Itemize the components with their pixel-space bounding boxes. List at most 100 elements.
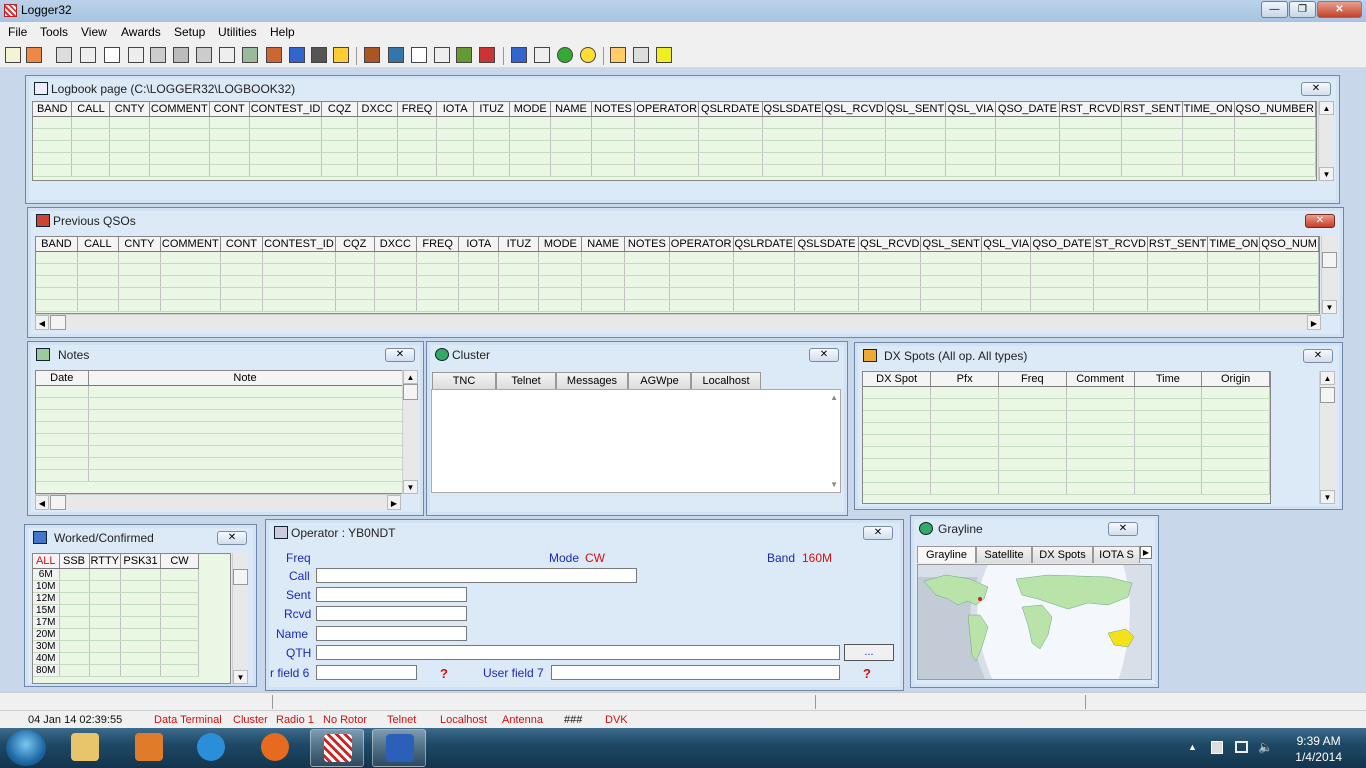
column-header[interactable]: COMMENT [149,102,210,117]
table-row[interactable] [36,263,1319,276]
volume-icon[interactable]: 🔈 [1258,740,1273,754]
column-header[interactable]: Date [36,371,89,386]
menu-setup[interactable]: Setup [174,25,205,39]
status-rotor[interactable]: No Rotor [323,714,367,726]
column-header[interactable]: DXCC [374,237,418,252]
worked-grid[interactable]: ALL SSB RTTY PSK31 CW 6M 10M 12M 15M 17M 20M 30M 40M… [32,553,231,684]
column-header[interactable]: OPERATOR [634,102,700,117]
user-field-7[interactable] [551,665,840,680]
dx-spots-grid[interactable]: DX Spot Pfx Freq Comment Time Origin [862,371,1271,504]
notes-vscroll[interactable]: ▲ ▼ [402,370,418,494]
scroll-thumb[interactable] [50,315,66,330]
menu-file[interactable]: File [8,25,27,39]
notes-close-button[interactable]: ✕ [385,348,415,362]
logbook-icon[interactable] [5,47,21,63]
column-header[interactable]: NAME [581,237,625,252]
column-header[interactable]: FREQ [397,102,438,117]
column-header[interactable]: QSO_DATE [1030,237,1094,252]
sent-field[interactable] [316,587,467,602]
table-row[interactable] [863,458,1270,471]
award-icon[interactable] [456,47,472,63]
column-header[interactable]: ST_RCVD [1093,237,1148,252]
table-row[interactable]: 12M [33,592,200,605]
spots-icon[interactable] [610,47,626,63]
grid-icon[interactable] [219,47,235,63]
table-row[interactable] [36,445,403,458]
column-header[interactable]: QSL_RCVD [858,237,922,252]
column-header[interactable]: QSLSDATE [762,102,824,117]
table-row[interactable]: 30M [33,640,200,653]
status-cluster[interactable]: Cluster [233,714,268,726]
split-icon[interactable] [633,47,649,63]
scroll-left-icon[interactable]: ◀ [35,495,49,510]
table-row[interactable] [36,275,1319,288]
grayline-close-button[interactable]: ✕ [1108,522,1138,536]
table-row[interactable] [36,397,403,410]
scroll-down-icon[interactable]: ▼ [830,480,838,489]
scroll-up-icon[interactable]: ▲ [1319,101,1334,115]
column-header[interactable]: QSO_NUMBER [1234,102,1316,117]
table-row[interactable] [36,409,403,422]
table-row[interactable]: 10M [33,580,200,593]
scroll-thumb[interactable] [50,495,66,510]
table-row[interactable] [36,457,403,470]
tab-grayline[interactable]: Grayline [917,546,976,563]
scroll-down-icon[interactable]: ▼ [403,480,418,494]
column-header[interactable]: QSO_DATE [995,102,1060,117]
previous-qsos-grid[interactable]: BAND CALL CNTY COMMENT CONT CONTEST_ID CQZ DXCC… [35,236,1320,314]
qth-field[interactable] [316,645,840,660]
table-row[interactable] [863,398,1270,411]
column-header[interactable]: QSLSDATE [794,237,860,252]
notes-icon[interactable] [434,47,450,63]
maximize-button[interactable]: ❐ [1289,1,1316,18]
table-row[interactable] [33,128,1316,141]
list-icon[interactable] [128,47,144,63]
close-button[interactable]: ✕ [1317,1,1362,18]
database-icon[interactable] [511,47,527,63]
scroll-up-icon[interactable]: ▲ [830,393,838,402]
tab-localhost[interactable]: Localhost [691,372,761,389]
document-icon[interactable] [104,47,120,63]
column-header[interactable]: CNTY [118,237,161,252]
user-field-6-help-icon[interactable]: ? [440,666,448,681]
column-header[interactable]: NAME [550,102,592,117]
column-header[interactable]: IOTA [458,237,500,252]
table-row[interactable]: 17M [33,616,200,629]
text-icon[interactable] [333,47,349,63]
column-header[interactable]: CW [160,554,200,569]
table-row[interactable]: 15M [33,604,200,617]
table-row[interactable] [863,482,1270,495]
table-row[interactable] [36,299,1319,312]
start-button-icon[interactable] [6,730,46,766]
menu-awards[interactable]: Awards [121,25,161,39]
previous-qsos-close-button[interactable]: ✕ [1305,214,1335,228]
worked-close-button[interactable]: ✕ [217,531,247,545]
taskbar-media-player[interactable] [122,729,176,767]
cluster-output[interactable]: ▲ ▼ [431,389,841,493]
call-field[interactable] [316,568,637,583]
worked-vscroll[interactable]: ▼ [232,553,248,684]
table-row[interactable] [36,433,403,446]
table-row[interactable] [863,470,1270,483]
dx-spots-close-button[interactable]: ✕ [1303,349,1333,363]
column-header[interactable]: RST_SENT [1147,237,1209,252]
column-header[interactable]: PSK31 [120,554,162,569]
logbook-grid[interactable]: BAND CALL CNTY COMMENT CONT CONTEST_ID CQZ DXCC… [32,101,1317,181]
column-header[interactable]: CNTY [109,102,150,117]
status-dvk[interactable]: DVK [605,714,628,726]
scroll-up-icon[interactable]: ▲ [1320,371,1335,385]
window-icon[interactable] [364,47,380,63]
table-row[interactable] [36,421,403,434]
column-header[interactable]: BAND [33,102,73,117]
column-header[interactable]: NOTES [624,237,670,252]
status-data-terminal[interactable]: Data Terminal [154,714,222,726]
edit-icon[interactable] [80,47,96,63]
column-header[interactable]: IOTA [436,102,474,117]
previous-qsos-icon[interactable] [26,47,42,63]
tool-icon[interactable] [56,47,72,63]
scroll-down-icon[interactable]: ▼ [1322,300,1337,314]
column-header[interactable]: NOTES [591,102,636,117]
taskbar-explorer[interactable] [58,729,112,767]
column-header[interactable]: Comment [1066,372,1135,387]
table-row[interactable] [863,386,1270,399]
